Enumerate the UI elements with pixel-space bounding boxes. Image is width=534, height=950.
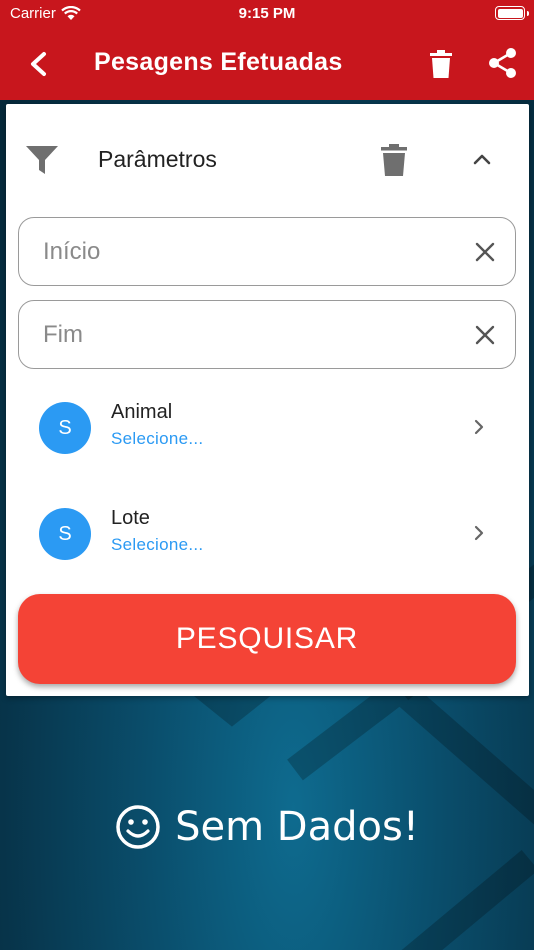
share-icon[interactable] — [486, 46, 520, 80]
chevron-up-icon[interactable] — [469, 148, 495, 170]
chevron-right-icon — [474, 525, 484, 541]
back-arrow-icon[interactable] — [22, 46, 54, 82]
clear-start-date-icon[interactable] — [473, 240, 497, 264]
clear-end-date-icon[interactable] — [473, 323, 497, 347]
avatar: S — [39, 508, 91, 560]
trash-icon[interactable] — [426, 48, 456, 80]
page-title: Pesagens Efetuadas — [94, 48, 343, 76]
avatar: S — [39, 402, 91, 454]
filter-panel-label: Parâmetros — [98, 146, 217, 172]
filter-panel: Parâmetros S Animal Selecione... S Lote — [6, 104, 529, 696]
battery-icon — [495, 6, 529, 20]
list-item-lote[interactable]: S Lote Selecione... — [6, 483, 529, 583]
end-date-input[interactable] — [43, 301, 443, 368]
status-time: 9:15 PM — [238, 5, 296, 22]
status-bar: Carrier 9:15 PM — [0, 0, 534, 28]
list-item-value: Selecione... — [111, 535, 204, 554]
list-item-label: Lote — [111, 507, 150, 529]
clear-filters-trash-icon[interactable] — [378, 142, 410, 178]
filter-panel-header[interactable]: Parâmetros — [6, 104, 529, 214]
smiley-icon — [116, 805, 160, 849]
app-bar: Pesagens Efetuadas — [0, 28, 534, 100]
empty-state-text: Sem Dados! — [175, 804, 419, 850]
list-item-animal[interactable]: S Animal Selecione... — [6, 377, 529, 477]
list-item-value: Selecione... — [111, 429, 204, 448]
start-date-field[interactable] — [18, 217, 516, 286]
filter-icon — [26, 146, 58, 174]
search-button[interactable]: PESQUISAR — [18, 594, 516, 684]
empty-state: Sem Dados! — [0, 796, 534, 858]
end-date-field[interactable] — [18, 300, 516, 369]
chevron-right-icon — [474, 419, 484, 435]
start-date-input[interactable] — [43, 218, 443, 285]
list-item-label: Animal — [111, 401, 173, 423]
